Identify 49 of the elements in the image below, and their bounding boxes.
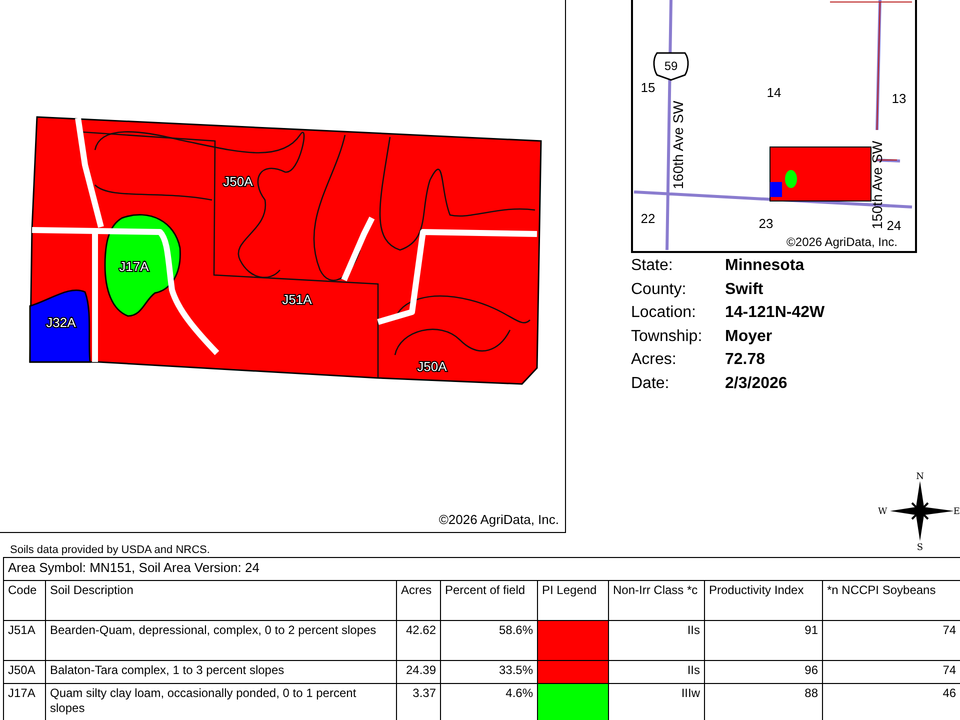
section-number: 22 [640,211,656,226]
soil-unit-label: J17A [119,259,149,274]
table-cell: Bearden-Quam, depressional, complex, 0 to 2 percent slopes [46,620,396,660]
info-label: County: [631,280,688,300]
table-title: Area Symbol: MN151, Soil Area Version: 24 [4,558,960,580]
table-cell: 33.5% [440,660,538,684]
table-cell: J50A [4,660,46,684]
info-value: Minnesota [725,256,806,276]
column-header: Soil Description [46,580,396,620]
source-note: Soils data provided by USDA and NRCS. [10,544,210,556]
soil-unit-label: J50A [417,359,447,374]
info-value: Moyer [725,326,774,347]
info-value: 72.78 [725,350,766,370]
info-label: State: [631,256,674,276]
info-label: Township: [631,326,704,347]
column-header: Percent of field [440,580,538,620]
column-header: Non-Irr Class *c [608,580,704,620]
table-cell: J17A [4,684,46,720]
route-number: 59 [664,59,678,73]
table-cell: 24.39 [396,660,440,684]
table-cell: J51A [4,620,46,660]
table-cell: 42.62 [396,620,440,660]
section-number: 23 [758,216,774,231]
table-cell: 91 [704,620,822,660]
info-label: Date: [631,374,670,394]
section-number: 15 [640,80,656,95]
table-cell: IIs [608,660,704,684]
column-header: Code [4,580,46,620]
compass-rose-drawing: N E S W [878,471,960,551]
info-value: Swift [725,280,764,300]
info-label: Acres: [631,350,678,370]
road-label: 150th Ave SW [869,140,885,230]
info-value: 14-121N-42W [725,303,826,324]
table-cell: IIs [608,620,704,660]
road-label: 160th Ave SW [670,100,686,190]
section-number: 13 [892,91,906,106]
column-header: Productivity Index [704,580,822,620]
info-label: Location: [631,303,697,324]
soil-unit-label: J51A [282,292,312,307]
soil-unit-label: J32A [46,315,76,330]
soil-unit-label: J50A [223,174,253,189]
map-copyright: ©2026 AgriData, Inc. [438,511,559,529]
table-cell: 96 [704,660,822,684]
map-copyright: ©2026 AgriData, Inc. [786,235,898,249]
section-number: 14 [766,85,782,100]
section-number: 24 [886,218,902,233]
info-value: 2/3/2026 [725,374,788,394]
table-cell: Balaton-Tara complex, 1 to 3 percent slopes [46,660,396,684]
column-header: Acres [396,580,440,620]
